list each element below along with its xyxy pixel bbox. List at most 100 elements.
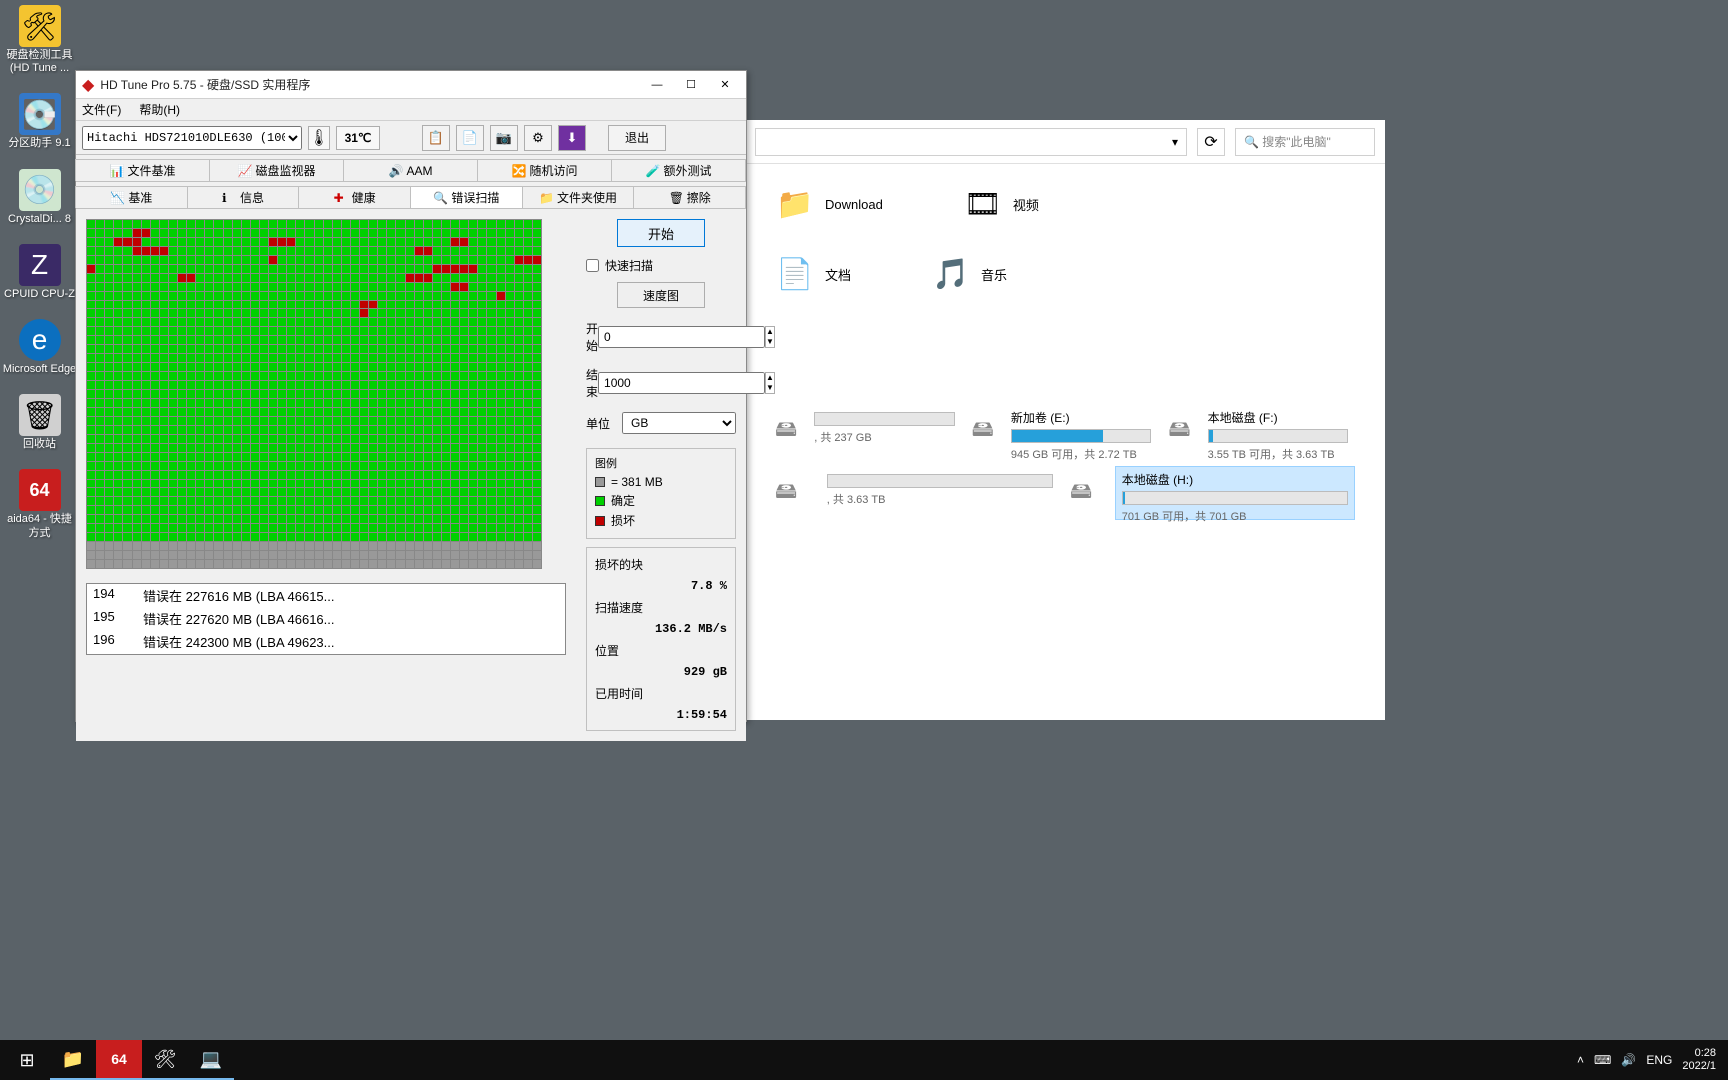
error-row[interactable]: 196错误在 242300 MB (LBA 49623... (87, 630, 565, 653)
chevron-down-icon[interactable]: ▾ (1172, 135, 1178, 149)
tab-benchmark[interactable]: 📉基准 (75, 186, 188, 208)
menu-help[interactable]: 帮助(H) (139, 101, 180, 118)
copy2-button[interactable]: 📄 (456, 125, 484, 151)
search-icon: 🔍 (433, 191, 447, 205)
drive-icon: 🖴 (1070, 478, 1105, 508)
tab-erase[interactable]: 🗑擦除 (633, 186, 746, 208)
tab-folder-usage[interactable]: 📁文件夹使用 (522, 186, 635, 208)
menu-file[interactable]: 文件(F) (82, 101, 121, 118)
options-button[interactable]: ⚙ (524, 125, 552, 151)
error-list[interactable]: 194错误在 227616 MB (LBA 46615... 195错误在 22… (86, 583, 566, 655)
unit-select[interactable]: GB (622, 412, 736, 434)
tab-health[interactable]: ✚健康 (298, 186, 411, 208)
drive-icon: 🖴 (972, 416, 994, 446)
refresh-button[interactable]: ⟳ (1197, 128, 1225, 156)
drive-f[interactable]: 本地磁盘 (F:)3.55 TB 可用，共 3.63 TB (1201, 404, 1355, 458)
trash-icon: 🗑 (669, 191, 683, 205)
tray-lang[interactable]: ENG (1646, 1053, 1672, 1067)
thermometer-icon: 🌡 (308, 126, 330, 150)
titlebar[interactable]: ◆ HD Tune Pro 5.75 - 硬盘/SSD 实用程序 — ☐ ✕ (76, 71, 746, 99)
system-tray: ˄ ⌨ 🔊 ENG 0:282022/1 (1577, 1047, 1724, 1073)
end-label: 结束 (586, 366, 598, 400)
random-icon: 🔀 (511, 164, 525, 178)
monitor-icon: 📈 (237, 164, 251, 178)
tab-disk-monitor[interactable]: 📈磁盘监视器 (209, 159, 344, 181)
taskbar-hdtune[interactable]: 🛠 (142, 1040, 188, 1080)
tabs-row-2: 📉基准 ℹ信息 ✚健康 🔍错误扫描 📁文件夹使用 🗑擦除 (76, 182, 746, 209)
folder-icon: 📁 (539, 191, 553, 205)
copy-button[interactable]: 📋 (422, 125, 450, 151)
desktop-icon-aida64[interactable]: 64aida64 - 快捷方式 (2, 469, 77, 539)
file-icon: 📊 (109, 164, 123, 178)
speed-map-button[interactable]: 速度图 (617, 282, 705, 308)
toolbar: Hitachi HDS721010DLE630 (1000 gB) 🌡 31℃ … (76, 121, 746, 155)
quick-scan-checkbox[interactable]: 快速扫描 (586, 257, 736, 274)
tab-extra-tests[interactable]: 🧪额外测试 (611, 159, 746, 181)
end-spinner[interactable]: ▲▼ (765, 372, 775, 394)
desktop-icon-hdtune[interactable]: 🛠硬盘检测工具(HD Tune ... (2, 5, 77, 75)
tab-aam[interactable]: 🔊AAM (343, 159, 478, 181)
tab-error-scan[interactable]: 🔍错误扫描 (410, 186, 523, 208)
end-input[interactable] (598, 372, 765, 394)
save-button[interactable]: ⬇ (558, 125, 586, 151)
start-input[interactable] (598, 326, 765, 348)
taskbar-aida64[interactable]: 64 (96, 1040, 142, 1080)
drive-g-partial[interactable]: , 共 3.63 TB (820, 466, 1060, 520)
desktop-icon-partition[interactable]: 💽分区助手 9.1 (2, 93, 77, 150)
exit-button[interactable]: 退出 (608, 125, 666, 151)
taskbar-app[interactable]: 💻 (188, 1040, 234, 1080)
tab-random-access[interactable]: 🔀随机访问 (477, 159, 612, 181)
screenshot-button[interactable]: 📷 (490, 125, 518, 151)
close-button[interactable]: ✕ (710, 75, 740, 95)
tabs-row-1: 📊文件基准 📈磁盘监视器 🔊AAM 🔀随机访问 🧪额外测试 (76, 155, 746, 182)
speed-value: 136.2 MB/s (595, 622, 727, 636)
desktop-icons: 🛠硬盘检测工具(HD Tune ... 💽分区助手 9.1 💿CrystalDi… (2, 5, 77, 558)
folder-download[interactable]: 📁Download (775, 184, 883, 224)
drive-h[interactable]: 本地磁盘 (H:)701 GB 可用，共 701 GB (1115, 466, 1355, 520)
error-row[interactable]: 194错误在 227616 MB (LBA 46615... (87, 584, 565, 607)
desktop-icon-crystaldisk[interactable]: 💿CrystalDi... 8 (2, 169, 77, 226)
start-button[interactable]: 开始 (617, 219, 705, 247)
drive-e[interactable]: 新加卷 (E:)945 GB 可用，共 2.72 TB (1004, 404, 1158, 458)
desktop-icon-recycle[interactable]: 🗑回收站 (2, 394, 77, 451)
legend: 图例 = 381 MB 确定 损坏 (586, 448, 736, 539)
position-value: 929 gB (595, 665, 727, 679)
damaged-value: 7.8 % (595, 579, 727, 593)
start-label: 开始 (586, 320, 598, 354)
drive-icon: 🖴 (775, 416, 797, 446)
desktop-icon-edge[interactable]: eMicrosoft Edge (2, 319, 77, 376)
search-input[interactable]: 🔍 搜索"此电脑" (1235, 128, 1375, 156)
speaker-icon: 🔊 (388, 164, 402, 178)
tab-info[interactable]: ℹ信息 (187, 186, 300, 208)
error-row[interactable]: 195错误在 227620 MB (LBA 46616... (87, 607, 565, 630)
speed-label: 扫描速度 (595, 599, 727, 616)
folder-music[interactable]: 🎵音乐 (931, 254, 1007, 294)
maximize-button[interactable]: ☐ (676, 75, 706, 95)
folder-documents[interactable]: 📄文档 (775, 254, 851, 294)
start-spinner[interactable]: ▲▼ (765, 326, 775, 348)
position-label: 位置 (595, 642, 727, 659)
app-icon: ◆ (82, 75, 94, 95)
explorer-toolbar: ▾ ⟳ 🔍 搜索"此电脑" (745, 120, 1385, 164)
taskbar-explorer[interactable]: 📁 (50, 1040, 96, 1080)
document-icon: 📄 (775, 254, 815, 294)
unit-label: 单位 (586, 415, 622, 432)
folder-videos[interactable]: 🎞视频 (963, 184, 1039, 224)
tab-file-benchmark[interactable]: 📊文件基准 (75, 159, 210, 181)
clock[interactable]: 0:282022/1 (1682, 1047, 1716, 1073)
chart-icon: 📉 (110, 191, 124, 205)
tray-ime-icon[interactable]: ⌨ (1594, 1053, 1611, 1067)
health-icon: ✚ (334, 191, 348, 205)
download-icon: 📁 (775, 184, 815, 224)
minimize-button[interactable]: — (642, 75, 672, 95)
info-icon: ℹ (222, 191, 236, 205)
drive-select[interactable]: Hitachi HDS721010DLE630 (1000 gB) (82, 126, 302, 150)
address-bar[interactable]: ▾ (755, 128, 1187, 156)
start-button[interactable]: ⊞ (4, 1040, 50, 1080)
explorer-window: ▾ ⟳ 🔍 搜索"此电脑" 📁Download 🎞视频 📄文档 🎵音乐 🖴 , … (745, 120, 1385, 720)
drive-c-partial[interactable]: , 共 237 GB (807, 404, 961, 458)
desktop-icon-cpuz[interactable]: ZCPUID CPU-Z (2, 244, 77, 301)
drive-icon: 🖴 (1168, 416, 1190, 446)
tray-volume-icon[interactable]: 🔊 (1621, 1053, 1636, 1067)
tray-chevron-icon[interactable]: ˄ (1577, 1053, 1584, 1067)
